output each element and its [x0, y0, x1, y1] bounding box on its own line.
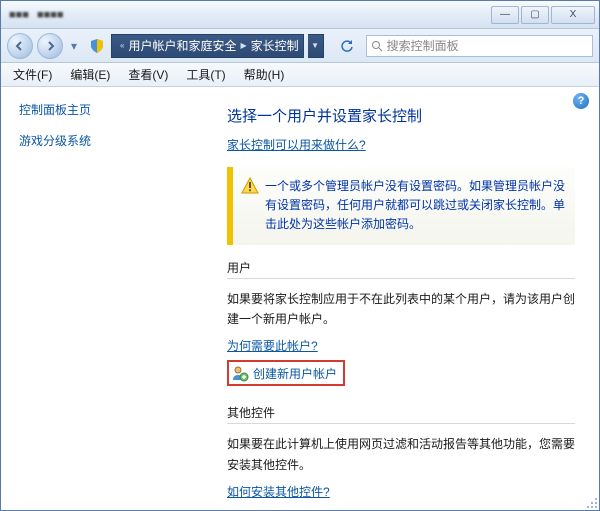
- breadcrumb-item[interactable]: 家长控制: [251, 37, 299, 54]
- what-can-do-link[interactable]: 家长控制可以用来做什么?: [227, 138, 366, 152]
- chevron-icon: «: [116, 41, 128, 50]
- address-bar: ▾ « 用户帐户和家庭安全 ▶ 家长控制 ▼ 搜索控制面板: [1, 29, 599, 63]
- refresh-button[interactable]: [336, 35, 358, 57]
- page-title: 选择一个用户并设置家长控制: [227, 105, 575, 126]
- menu-help[interactable]: 帮助(H): [236, 63, 293, 86]
- create-user-highlight: 创建新用户帐户: [227, 360, 345, 386]
- menu-view[interactable]: 查看(V): [120, 63, 176, 86]
- user-add-icon: [231, 364, 249, 382]
- create-user-link[interactable]: 创建新用户帐户: [253, 365, 337, 382]
- arrow-left-icon: [14, 40, 26, 52]
- history-dropdown[interactable]: ▾: [67, 35, 81, 57]
- forward-button[interactable]: [37, 33, 63, 59]
- minimize-button[interactable]: —: [491, 6, 519, 24]
- content-pane: ? 选择一个用户并设置家长控制 家长控制可以用来做什么? 一个或多个管理员帐户没…: [209, 87, 599, 510]
- main-area: 控制面板主页 游戏分级系统 ? 选择一个用户并设置家长控制 家长控制可以用来做什…: [1, 87, 599, 510]
- menu-file[interactable]: 文件(F): [5, 63, 60, 86]
- shield-icon: [89, 38, 105, 54]
- breadcrumb[interactable]: « 用户帐户和家庭安全 ▶ 家长控制: [111, 34, 304, 58]
- warning-icon: [241, 177, 259, 195]
- maximize-button[interactable]: ▢: [521, 6, 549, 24]
- search-icon: [371, 40, 383, 52]
- refresh-icon: [340, 39, 354, 53]
- title-left: ■■■ ■■■■: [9, 9, 64, 21]
- search-input[interactable]: 搜索控制面板: [366, 35, 593, 57]
- arrow-right-icon: [44, 40, 56, 52]
- breadcrumb-dropdown[interactable]: ▼: [308, 34, 324, 58]
- blur-text: ■■■: [9, 9, 29, 21]
- other-body: 如果要在此计算机上使用网页过滤和活动报告等其他功能，您需要安装其他控件。: [227, 434, 575, 475]
- close-button[interactable]: X: [551, 6, 595, 24]
- sidebar-item-home[interactable]: 控制面板主页: [19, 101, 199, 118]
- menu-bar: 文件(F) 编辑(E) 查看(V) 工具(T) 帮助(H): [1, 63, 599, 87]
- menu-tools[interactable]: 工具(T): [178, 63, 233, 86]
- section-other: 其他控件: [227, 404, 575, 424]
- breadcrumb-item[interactable]: 用户帐户和家庭安全: [128, 37, 236, 54]
- chevron-right-icon: ▶: [236, 41, 250, 50]
- install-other-link[interactable]: 如何安装其他控件?: [227, 483, 575, 500]
- resize-grip[interactable]: [583, 494, 597, 508]
- warning-box[interactable]: 一个或多个管理员帐户没有设置密码。如果管理员帐户没有设置密码，任何用户就都可以跳…: [227, 167, 575, 245]
- warning-text: 一个或多个管理员帐户没有设置密码。如果管理员帐户没有设置密码，任何用户就都可以跳…: [265, 177, 565, 235]
- sidebar: 控制面板主页 游戏分级系统: [1, 87, 209, 510]
- menu-edit[interactable]: 编辑(E): [62, 63, 118, 86]
- blur-text: ■■■■: [37, 9, 64, 21]
- search-placeholder: 搜索控制面板: [387, 37, 459, 54]
- window-titlebar: ■■■ ■■■■ — ▢ X: [1, 1, 599, 29]
- why-account-link[interactable]: 为何需要此帐户?: [227, 337, 575, 354]
- section-users: 用户: [227, 259, 575, 279]
- sidebar-item-rating[interactable]: 游戏分级系统: [19, 132, 199, 149]
- back-button[interactable]: [7, 33, 33, 59]
- users-body: 如果要将家长控制应用于不在此列表中的某个用户，请为该用户创建一个新用户帐户。: [227, 289, 575, 330]
- help-button[interactable]: ?: [573, 93, 589, 109]
